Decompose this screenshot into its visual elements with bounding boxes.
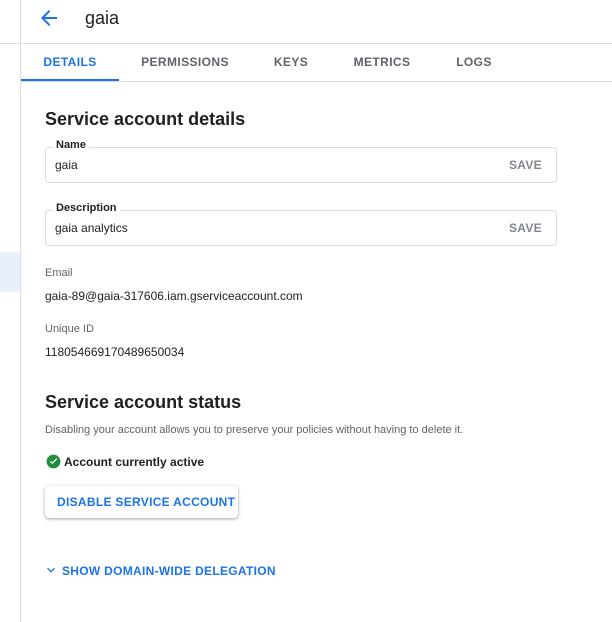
name-save-button[interactable]: SAVE bbox=[509, 158, 542, 172]
chevron-down-icon bbox=[47, 567, 55, 573]
name-field-label: Name bbox=[53, 139, 89, 151]
back-button[interactable] bbox=[37, 6, 61, 30]
rail-selected-item[interactable] bbox=[0, 252, 20, 292]
show-delegation-label: SHOW DOMAIN-WIDE DELEGATION bbox=[62, 564, 276, 578]
disable-service-account-button[interactable]: DISABLE SERVICE ACCOUNT bbox=[45, 486, 238, 518]
description-field-value[interactable]: gaia analytics bbox=[55, 221, 128, 235]
left-nav-rail bbox=[0, 0, 21, 622]
tab-metrics[interactable]: METRICS bbox=[349, 44, 415, 80]
check-circle-icon bbox=[46, 454, 61, 469]
status-description: Disabling your account allows you to pre… bbox=[45, 424, 464, 436]
arrow-back-icon bbox=[41, 10, 57, 26]
tab-details[interactable]: DETAILS bbox=[21, 44, 119, 81]
description-field-label: Description bbox=[53, 202, 120, 214]
description-save-button[interactable]: SAVE bbox=[509, 221, 542, 235]
tab-bar: DETAILS PERMISSIONS KEYS METRICS LOGS bbox=[21, 43, 612, 82]
tab-keys[interactable]: KEYS bbox=[266, 44, 316, 80]
tab-logs[interactable]: LOGS bbox=[452, 44, 496, 80]
name-field[interactable]: Name gaia SAVE bbox=[45, 139, 557, 183]
details-section-title: Service account details bbox=[45, 109, 246, 129]
disable-button-label: DISABLE SERVICE ACCOUNT bbox=[57, 495, 236, 509]
page-title: gaia bbox=[85, 8, 120, 28]
description-field[interactable]: Description gaia analytics SAVE bbox=[45, 202, 557, 246]
email-value: gaia-89@gaia-317606.iam.gserviceaccount.… bbox=[45, 289, 303, 303]
rail-divider bbox=[0, 43, 20, 44]
status-text: Account currently active bbox=[64, 455, 205, 469]
page-header: gaia bbox=[21, 0, 612, 43]
unique-id-value: 118054669170489650034 bbox=[45, 345, 185, 359]
tab-permissions[interactable]: PERMISSIONS bbox=[135, 44, 235, 80]
status-section-title: Service account status bbox=[45, 392, 242, 412]
email-label: Email bbox=[45, 267, 73, 279]
unique-id-label: Unique ID bbox=[45, 323, 94, 335]
name-field-value[interactable]: gaia bbox=[55, 158, 78, 172]
